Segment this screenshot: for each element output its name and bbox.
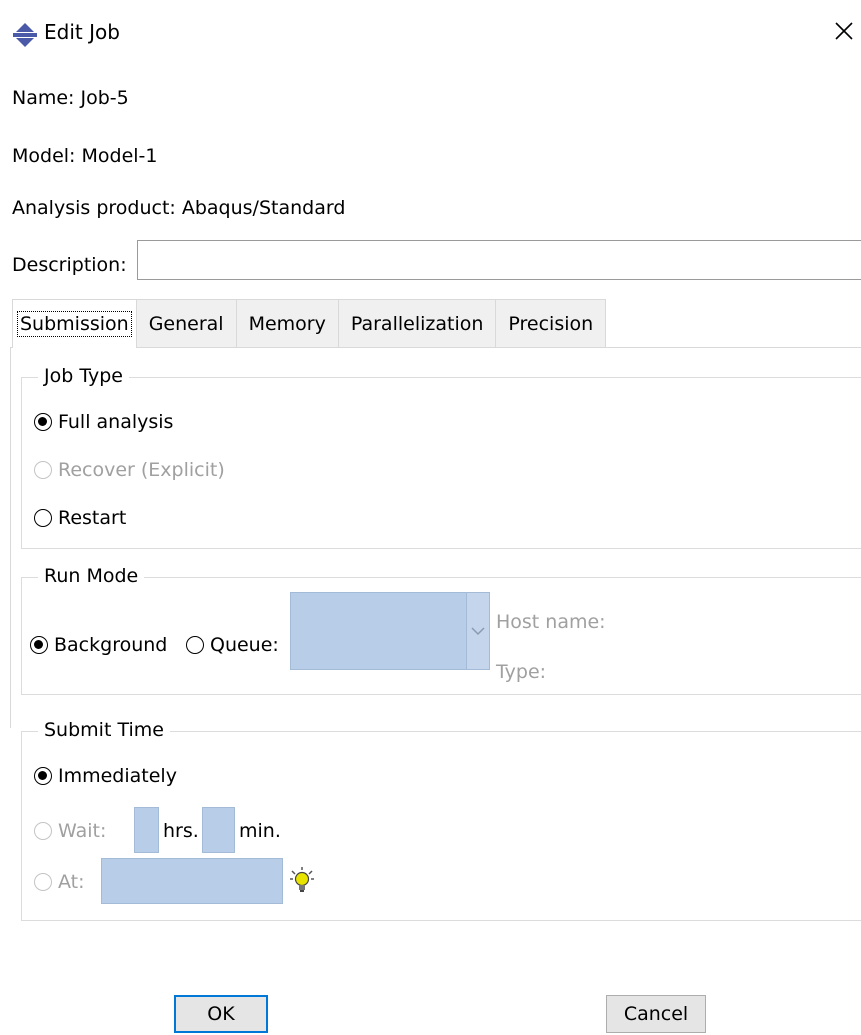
background-label: Background [54,634,168,656]
tab-submission[interactable]: Submission [12,299,137,348]
cancel-button[interactable]: Cancel [606,995,706,1033]
job-name-row: Name: Job-5 [12,87,129,109]
tab-memory[interactable]: Memory [236,299,339,347]
model-row: Model: Model-1 [12,145,158,167]
option-recover-explicit: Recover (Explicit) [34,459,225,481]
description-label: Description: [12,254,127,276]
description-input[interactable] [137,240,861,280]
full-analysis-label: Full analysis [58,411,174,433]
model-value: Model-1 [81,145,158,167]
restart-label: Restart [58,507,127,529]
host-name-label: Host name: [496,611,606,633]
window-title: Edit Job [44,20,120,44]
lightbulb-icon[interactable] [289,866,315,894]
queue-label: Queue: [210,634,279,656]
at-label: At: [58,871,85,893]
option-at: At: [34,871,85,893]
job-type-legend: Job Type [38,365,129,387]
wait-minutes-input [202,807,235,853]
restart-radio[interactable] [34,509,52,527]
recover-explicit-radio [34,461,52,479]
option-wait: Wait: [34,820,106,842]
wait-radio [34,822,52,840]
model-label: Model: [12,145,76,167]
tab-bar: Submission General Memory Parallelizatio… [12,299,607,348]
product-label: Analysis product: [12,197,176,219]
option-queue[interactable]: Queue: [186,634,279,656]
wait-hours-input [134,807,159,853]
name-value: Job-5 [80,87,129,109]
full-analysis-radio[interactable] [34,413,52,431]
hrs-label: hrs. [163,820,199,842]
queue-radio[interactable] [186,636,204,654]
close-icon[interactable] [829,16,859,46]
option-immediately[interactable]: Immediately [34,765,177,787]
tab-general[interactable]: General [136,299,237,347]
run-mode-legend: Run Mode [38,565,145,587]
at-radio [34,873,52,891]
recover-explicit-label: Recover (Explicit) [58,459,225,481]
product-value: Abaqus/Standard [181,197,346,219]
immediately-radio[interactable] [34,767,52,785]
name-label: Name: [12,87,75,109]
min-label: min. [239,820,281,842]
ok-button[interactable]: OK [174,995,268,1033]
immediately-label: Immediately [58,765,177,787]
type-label: Type: [496,661,547,683]
option-full-analysis[interactable]: Full analysis [34,411,173,433]
abaqus-job-icon [13,23,37,47]
chevron-down-icon[interactable] [466,593,489,669]
product-row: Analysis product: Abaqus/Standard [12,197,345,219]
background-radio[interactable] [30,636,48,654]
tab-precision[interactable]: Precision [496,299,607,347]
wait-label: Wait: [58,820,107,842]
option-restart[interactable]: Restart [34,507,126,529]
queue-select[interactable] [290,592,490,670]
at-time-input [101,858,283,904]
tab-parallelization[interactable]: Parallelization [338,299,497,347]
submit-time-legend: Submit Time [38,719,170,741]
option-background[interactable]: Background [30,634,167,656]
